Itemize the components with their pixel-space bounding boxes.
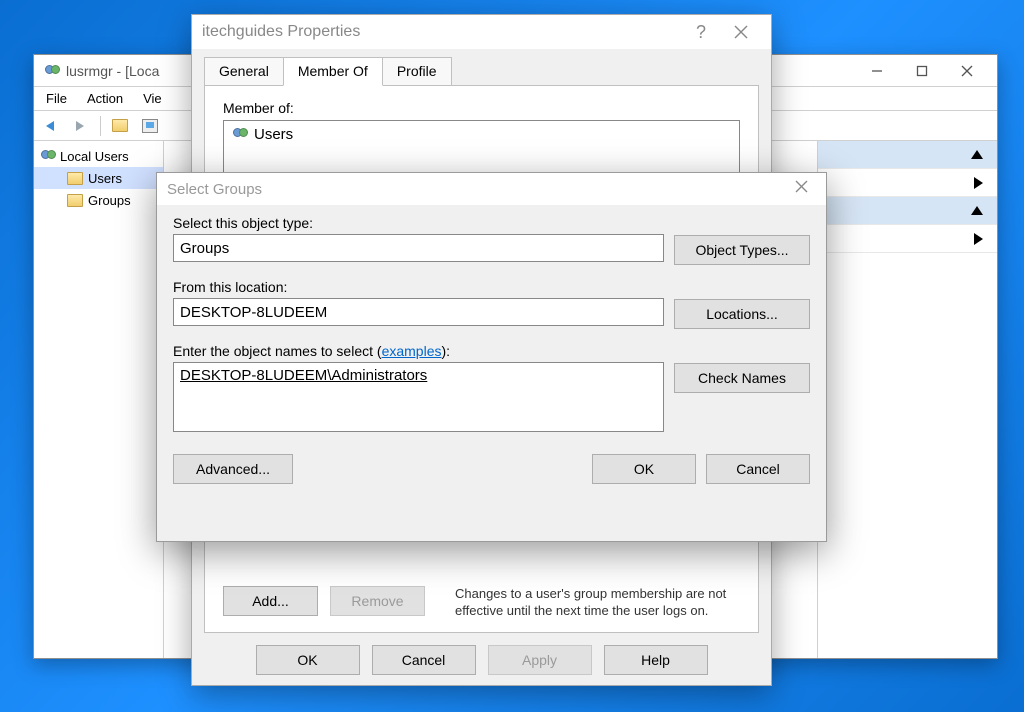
select-groups-titlebar: Select Groups <box>157 173 826 205</box>
object-name-entry: DESKTOP-8LUDEEM\Administrators <box>180 367 427 384</box>
folder-icon <box>66 169 84 187</box>
folder-icon <box>66 191 84 209</box>
minimize-button[interactable] <box>854 57 899 85</box>
cancel-button[interactable]: Cancel <box>706 454 810 484</box>
maximize-button[interactable] <box>899 57 944 85</box>
actions-section-header-2[interactable] <box>818 197 997 225</box>
apply-button: Apply <box>488 645 592 675</box>
enter-names-label: Enter the object names to select (exampl… <box>173 343 664 359</box>
menu-view[interactable]: Vie <box>133 89 172 108</box>
select-groups-title: Select Groups <box>167 181 262 198</box>
menu-file[interactable]: File <box>36 89 77 108</box>
object-type-field <box>173 234 664 262</box>
users-group-icon <box>38 147 56 165</box>
cancel-button[interactable]: Cancel <box>372 645 476 675</box>
ok-button[interactable]: OK <box>256 645 360 675</box>
remove-button: Remove <box>330 586 425 616</box>
help-dialog-button[interactable]: Help <box>604 645 708 675</box>
lusrmgr-app-icon <box>42 62 60 80</box>
ok-button[interactable]: OK <box>592 454 696 484</box>
object-types-button[interactable]: Object Types... <box>674 235 810 265</box>
actions-section-header-1[interactable] <box>818 141 997 169</box>
membership-note: Changes to a user's group membership are… <box>455 585 735 620</box>
tree-users-label: Users <box>88 171 122 186</box>
location-field <box>173 298 664 326</box>
location-label: From this location: <box>173 279 664 295</box>
properties-titlebar: itechguides Properties ? <box>192 15 771 49</box>
forward-button[interactable] <box>68 114 94 138</box>
properties-toolbar-button[interactable] <box>137 114 163 138</box>
select-groups-dialog: Select Groups Select this object type: O… <box>156 172 827 542</box>
close-button[interactable] <box>944 57 989 85</box>
back-button[interactable] <box>38 114 64 138</box>
tree-pane: Local Users Users Groups <box>34 141 164 658</box>
tab-member-of[interactable]: Member Of <box>283 57 383 86</box>
actions-panel <box>817 141 997 658</box>
tree-groups-label: Groups <box>88 193 131 208</box>
list-item[interactable]: Users <box>226 123 737 145</box>
close-button[interactable] <box>721 17 761 47</box>
properties-title: itechguides Properties <box>202 23 360 41</box>
tree-users[interactable]: Users <box>34 167 163 189</box>
actions-item-1[interactable] <box>818 169 997 197</box>
help-button[interactable]: ? <box>681 17 721 47</box>
tab-profile[interactable]: Profile <box>382 57 452 86</box>
actions-item-2[interactable] <box>818 225 997 253</box>
group-icon <box>230 125 248 143</box>
properties-button-row: OK Cancel Apply Help <box>192 633 771 687</box>
list-item-label: Users <box>254 126 293 143</box>
add-button[interactable]: Add... <box>223 586 318 616</box>
tree-groups[interactable]: Groups <box>34 189 163 211</box>
tree-root[interactable]: Local Users <box>34 145 163 167</box>
menu-action[interactable]: Action <box>77 89 133 108</box>
tree-root-label: Local Users <box>60 149 129 164</box>
object-type-label: Select this object type: <box>173 215 664 231</box>
close-icon[interactable] <box>787 176 816 202</box>
check-names-button[interactable]: Check Names <box>674 363 810 393</box>
up-button[interactable] <box>107 114 133 138</box>
advanced-button[interactable]: Advanced... <box>173 454 293 484</box>
tabstrip: General Member Of Profile <box>192 49 771 86</box>
member-of-label: Member of: <box>223 100 740 116</box>
select-groups-button-row: Advanced... OK Cancel <box>157 432 826 498</box>
locations-button[interactable]: Locations... <box>674 299 810 329</box>
object-names-input[interactable]: DESKTOP-8LUDEEM\Administrators <box>173 362 664 432</box>
tab-general[interactable]: General <box>204 57 284 86</box>
examples-link[interactable]: examples <box>382 343 442 359</box>
